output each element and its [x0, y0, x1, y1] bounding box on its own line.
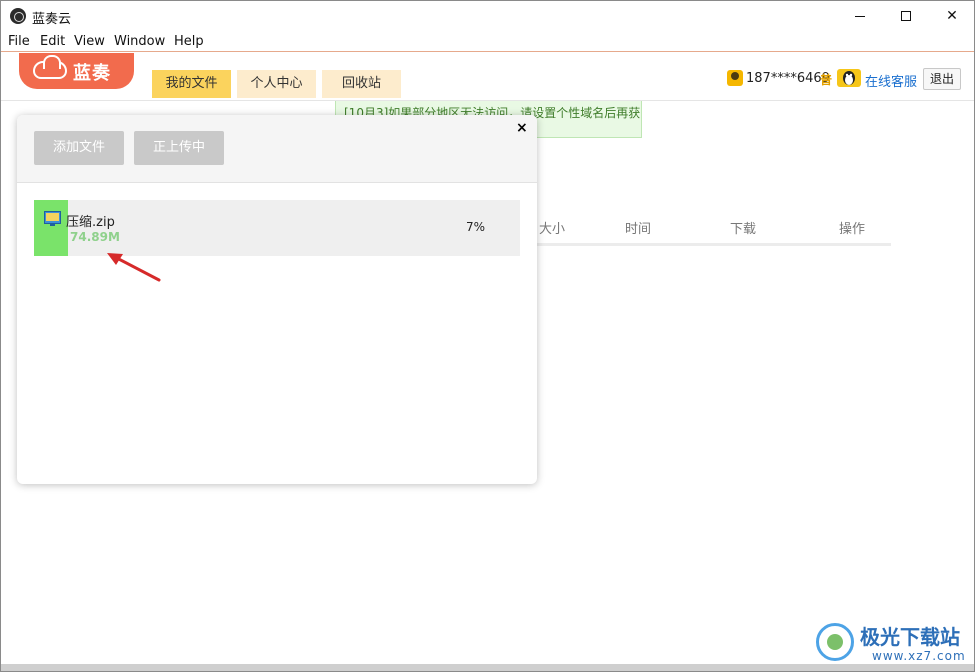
cloud-icon: [33, 55, 67, 79]
uploading-status-button[interactable]: 正上传中: [134, 131, 224, 165]
watermark-title: 极光下载站: [860, 625, 960, 649]
logo-text: 蓝奏: [73, 63, 111, 84]
upload-file-name: 压缩.zip: [66, 215, 115, 230]
menu-bar: File Edit View Window Help: [1, 31, 974, 52]
minimize-icon: [855, 15, 865, 17]
column-downloads: 下载: [730, 222, 757, 237]
file-icon: [44, 211, 61, 226]
menu-window[interactable]: Window: [114, 34, 165, 49]
menu-edit[interactable]: Edit: [40, 34, 65, 49]
site-watermark: 极光下载站 www.xz7.com: [816, 619, 974, 669]
file-table-header: 大小 时间 下载 操作: [521, 212, 891, 246]
menu-file[interactable]: File: [8, 34, 30, 49]
logout-button[interactable]: 退出: [923, 68, 961, 90]
column-size: 大小: [539, 222, 566, 237]
watermark-url: www.xz7.com: [872, 649, 966, 663]
app-logo-icon: [10, 8, 26, 24]
user-name[interactable]: 187****6469: [746, 71, 830, 86]
column-time: 时间: [625, 222, 652, 237]
title-bar[interactable]: 蓝奏云 ✕: [1, 1, 974, 31]
close-dialog-icon[interactable]: ×: [516, 120, 528, 136]
maximize-icon: [901, 11, 911, 21]
watermark-logo-icon: [816, 623, 854, 661]
tab-user-center[interactable]: 个人中心: [237, 70, 316, 98]
minimize-button[interactable]: [837, 1, 883, 31]
menu-help[interactable]: Help: [174, 34, 204, 49]
app-window: 蓝奏云 ✕ File Edit View Window Help 蓝奏 我的文件…: [0, 0, 975, 672]
menu-view[interactable]: View: [74, 34, 105, 49]
close-icon: ✕: [946, 8, 958, 24]
upload-percent: 7%: [466, 220, 486, 234]
add-file-button[interactable]: 添加文件: [34, 131, 124, 165]
upload-file-size: 74.89M: [70, 230, 120, 244]
upload-progress-bar: [34, 200, 69, 256]
upload-dialog-toolbar: 添加文件 正上传中 ×: [17, 115, 537, 183]
maximize-button[interactable]: [883, 1, 929, 31]
qq-penguin-icon[interactable]: [837, 69, 861, 87]
online-service-link[interactable]: 在线客服: [865, 71, 917, 90]
tab-recycle-bin[interactable]: 回收站: [322, 70, 401, 98]
annotation-arrow-icon: [107, 253, 161, 282]
bottom-scroll-strip[interactable]: [1, 664, 974, 671]
close-window-button[interactable]: ✕: [929, 1, 974, 31]
upload-dialog: 添加文件 正上传中 × 压缩.zip 74.89M 7%: [17, 115, 537, 484]
window-title: 蓝奏云: [32, 12, 72, 27]
lanzou-logo[interactable]: 蓝奏: [19, 53, 134, 89]
column-actions: 操作: [839, 222, 866, 237]
app-header: 蓝奏 我的文件 个人中心 回收站 187****6469 普 在线客服 退出: [1, 53, 974, 101]
tab-my-files[interactable]: 我的文件: [152, 70, 231, 98]
user-level-badge: 普: [820, 73, 833, 87]
user-avatar-icon: [727, 70, 743, 86]
